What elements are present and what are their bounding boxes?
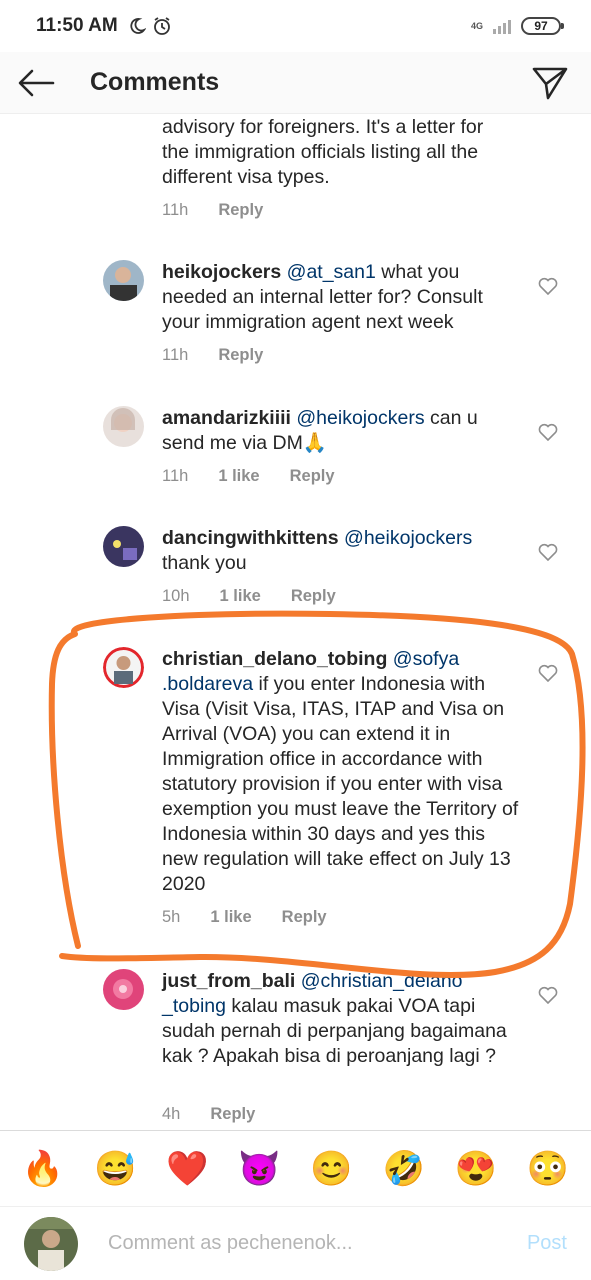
heart-icon[interactable] [538, 423, 558, 441]
reply-button[interactable]: Reply [218, 346, 263, 365]
emoji-sweat-smile-button[interactable]: 😅 [90, 1149, 140, 1189]
comment-meta: 10h 1 like Reply [162, 587, 336, 606]
comment-meta: 11h 1 like Reply [162, 467, 335, 486]
comment-input[interactable] [108, 1232, 468, 1255]
likes-count[interactable]: 1 like [220, 587, 261, 606]
reply-button[interactable]: Reply [282, 908, 327, 927]
comment-username[interactable]: dancingwithkittens [162, 527, 339, 549]
moon-icon [130, 18, 146, 34]
comment-text: advisory for foreigners. It's a letter f… [162, 115, 522, 190]
emoji-bar: 🔥 😅 ❤️ 😈 😊 🤣 😍 😳 [0, 1130, 591, 1206]
comment-composer: Post [0, 1206, 591, 1280]
battery-icon: 97 [521, 17, 564, 35]
share-button[interactable] [515, 52, 585, 114]
reply-button[interactable]: Reply [218, 201, 263, 220]
status-time: 11:50 AM [36, 15, 118, 36]
comment-time: 10h [162, 587, 190, 605]
emoji-heart-button[interactable]: ❤️ [162, 1149, 212, 1189]
emoji-flushed-button[interactable]: 😳 [523, 1149, 573, 1189]
comment-line: advisory for foreigners. It's a letter f… [162, 116, 484, 138]
comment-meta: 5h 1 like Reply [162, 908, 327, 927]
comment-meta: 11h Reply [162, 346, 263, 365]
comment-meta: 4h Reply [162, 1105, 255, 1124]
emoji-fire-button[interactable]: 🔥 [18, 1149, 68, 1189]
comment-username[interactable]: christian_delano_tobing [162, 648, 387, 670]
avatar [24, 1216, 78, 1271]
comment-text: heikojockers @at_san1 what you needed an… [162, 260, 522, 335]
likes-count[interactable]: 1 like [210, 908, 251, 927]
emoji-blush-button[interactable]: 😊 [307, 1149, 357, 1189]
comment-text: christian_delano_tobing @sofya .boldarev… [162, 647, 522, 897]
emoji-rofl-button[interactable]: 🤣 [379, 1149, 429, 1189]
emoji-heart-eyes-button[interactable]: 😍 [451, 1149, 501, 1189]
page-title: Comments [90, 68, 220, 96]
comment-username[interactable]: amandarizkiiii [162, 407, 291, 429]
post-button[interactable]: Post [527, 1232, 567, 1255]
comment-time: 4h [162, 1105, 181, 1123]
comment-body: thank you [162, 552, 247, 574]
reply-button[interactable]: Reply [210, 1105, 255, 1124]
comment-username[interactable]: just_from_bali [162, 970, 295, 992]
comment-time: 11h [162, 346, 189, 364]
comment-time: 11h [162, 467, 189, 485]
reply-button[interactable]: Reply [291, 587, 336, 606]
reply-button[interactable]: Reply [290, 467, 335, 486]
alarm-icon [153, 17, 170, 35]
status-bar: 11:50 AM 4G 97 [0, 0, 591, 52]
comment-line: different visa types. [162, 166, 330, 188]
heart-icon[interactable] [538, 277, 558, 295]
comment-time: 11h [162, 201, 189, 219]
heart-icon[interactable] [538, 543, 558, 561]
comment-line: the immigration officials listing all th… [162, 141, 479, 163]
comment-time: 5h [162, 908, 181, 926]
battery-level: 97 [534, 19, 548, 33]
avatar[interactable] [103, 260, 144, 301]
heart-icon[interactable] [538, 986, 558, 1004]
network-label: 4G [470, 20, 483, 31]
comment-mention[interactable]: @at_san1 [287, 261, 376, 283]
comment-body: if you enter Indonesia with Visa (Visit … [162, 673, 519, 895]
emoji-devil-button[interactable]: 😈 [234, 1149, 284, 1189]
comment-meta: 11h Reply [162, 201, 263, 220]
comment-text: amandarizkiiii @heikojockers can u send … [162, 406, 522, 456]
likes-count[interactable]: 1 like [218, 467, 259, 486]
comment-text: just_from_bali @christian_delano _tobing… [162, 969, 522, 1069]
comment-text: dancingwithkittens @heikojockers thank y… [162, 526, 522, 576]
back-button[interactable] [0, 52, 72, 114]
avatar[interactable] [103, 969, 144, 1010]
heart-icon[interactable] [538, 664, 558, 682]
avatar[interactable] [103, 647, 144, 688]
comment-mention[interactable]: @heikojockers [344, 527, 472, 549]
signal-icon [493, 18, 511, 34]
header: Comments [0, 52, 591, 114]
comment-mention[interactable]: @heikojockers [296, 407, 424, 429]
comments-list[interactable]: advisory for foreigners. It's a letter f… [0, 114, 591, 1130]
comment-username[interactable]: heikojockers [162, 261, 281, 283]
back-arrow-icon [18, 69, 55, 96]
avatar[interactable] [103, 406, 144, 447]
paper-plane-icon [532, 67, 568, 99]
avatar[interactable] [103, 526, 144, 567]
